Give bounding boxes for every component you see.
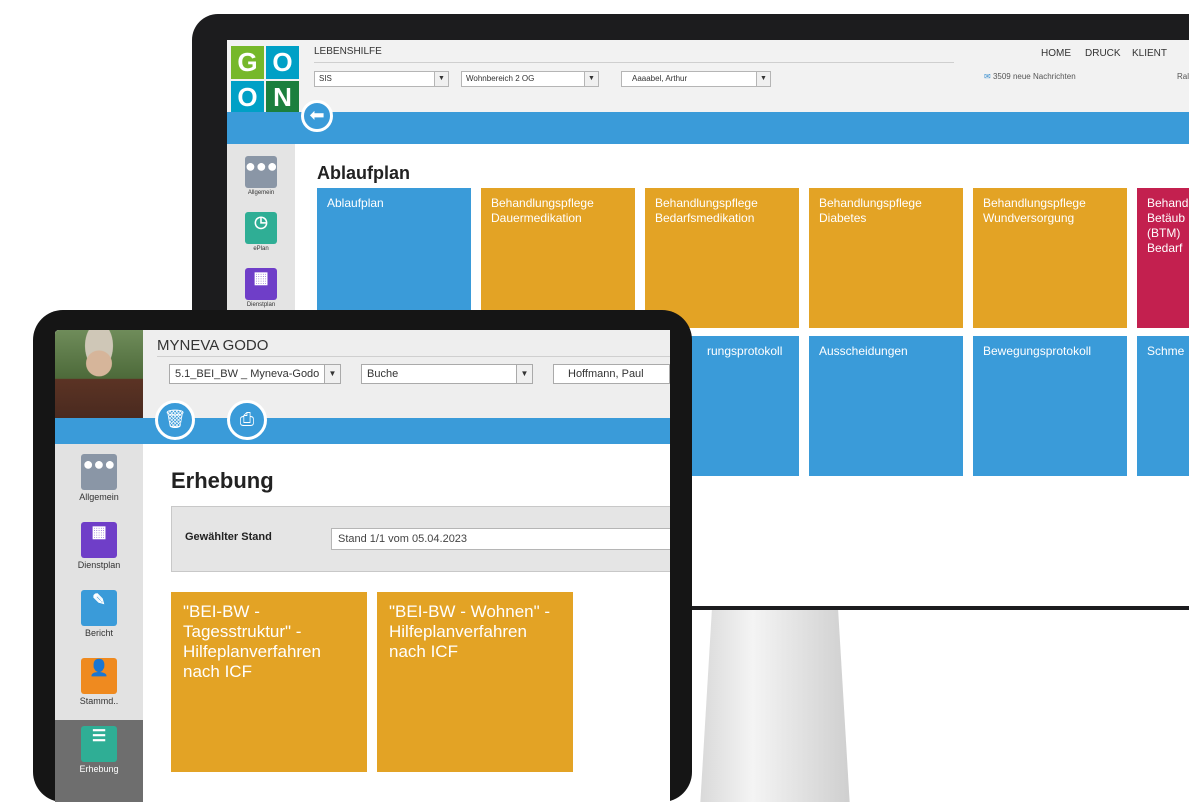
client-select-value: Hoffmann, Paul — [568, 368, 644, 380]
people-icon: ●●● — [245, 156, 278, 188]
print-button[interactable]: ⎙ — [227, 400, 267, 440]
logo-letter: O — [231, 81, 264, 114]
tile-wundversorgung[interactable]: Behandlungspflege Wundversorgung — [973, 188, 1127, 328]
stand-label: Gewählter Stand — [185, 531, 272, 543]
product-showcase: G O O N LEBENSHILFE SIS ▼ Wohnbereich 2 … — [0, 0, 1189, 802]
envelope-icon: ✉ — [984, 72, 991, 81]
tile-schmerz[interactable]: Schme — [1137, 336, 1189, 476]
tile-bedarfsmedikation[interactable]: Behandlungspflege Bedarfsmedikation — [645, 188, 799, 328]
chevron-down-icon: ▼ — [434, 72, 448, 86]
page-title: Ablaufplan — [317, 163, 410, 183]
back-button[interactable]: ⬅ — [301, 100, 333, 132]
sidebar-item-label: Stammd.. — [79, 696, 119, 706]
client-photo — [55, 330, 143, 418]
tile-diabetes[interactable]: Behandlungspflege Diabetes — [809, 188, 963, 328]
arrow-left-icon: ⬅ — [309, 105, 325, 125]
client-select[interactable]: Hoffmann, Paul — [553, 364, 670, 384]
app-header: MYNEVA GODO 5.1_BEI_BW _ Myneva-Godo ▼ B… — [55, 330, 670, 418]
tile-wohnen[interactable]: "BEI-BW - Wohnen" - Hilfeplanverfahren n… — [377, 592, 573, 772]
unit-select[interactable]: Wohnbereich 2 OG ▼ — [461, 71, 599, 87]
tile-tagesstruktur[interactable]: "BEI-BW - Tagesstruktur" - Hilfeplanverf… — [171, 592, 367, 772]
printer-icon: ⎙ — [239, 409, 255, 429]
sidebar-item-allgemein[interactable]: ●●● Allgemein — [55, 448, 143, 516]
sidebar-item-dienstplan[interactable]: ▦ Dienstplan — [55, 516, 143, 584]
user-name[interactable]: Ralph Z — [1177, 72, 1189, 81]
action-bar — [227, 112, 1189, 144]
clock-icon: ◷ — [245, 212, 277, 244]
messages-indicator[interactable]: ✉ 3509 neue Nachrichten — [984, 72, 1076, 81]
logo-letter: N — [266, 81, 299, 114]
delete-button[interactable]: 🗑 — [155, 400, 195, 440]
area-select-value: SIS — [319, 74, 332, 83]
sidebar-item-label: ePlan — [253, 246, 269, 252]
sidebar: ●●● Allgemein ▦ Dienstplan ✎ Bericht 👤 S… — [55, 444, 143, 802]
nav-klient[interactable]: KLIENT — [1132, 48, 1167, 59]
unit-select-value: Buche — [367, 368, 399, 380]
sidebar-item-bericht[interactable]: ✎ Bericht — [55, 584, 143, 652]
sidebar-item-label: Erhebung — [79, 764, 119, 774]
action-bar — [55, 418, 670, 444]
sidebar-item-allgemein[interactable]: ●●● Allgemein — [227, 152, 295, 208]
people-icon: ●●● — [81, 454, 117, 490]
monitor-stand — [700, 608, 850, 802]
divider — [157, 356, 670, 357]
tablet-screen: MYNEVA GODO 5.1_BEI_BW _ Myneva-Godo ▼ B… — [55, 330, 670, 802]
calendar-icon: ▦ — [245, 268, 277, 300]
sidebar-item-stammdaten[interactable]: 👤 Stammd.. — [55, 652, 143, 720]
sidebar-item-erhebung[interactable]: ☰ Erhebung — [55, 720, 143, 802]
chevron-down-icon: ▼ — [324, 365, 340, 383]
sidebar-item-label: Allgemein — [247, 190, 275, 196]
sidebar-item-label: Bericht — [84, 628, 113, 638]
organization-name: LEBENSHILFE — [314, 46, 382, 57]
person-icon: 👤 — [81, 658, 117, 694]
nav-druck[interactable]: DRUCK — [1085, 48, 1121, 59]
client-select[interactable]: Aaaabel, Arthur ▼ — [621, 71, 771, 87]
chevron-down-icon: ▼ — [516, 365, 532, 383]
tablet-device: MYNEVA GODO 5.1_BEI_BW _ Myneva-Godo ▼ B… — [33, 310, 692, 802]
page-title: Erhebung — [171, 468, 274, 493]
tile-ausscheidungen[interactable]: Ausscheidungen — [809, 336, 963, 476]
divider — [314, 62, 954, 63]
calendar-icon: ▦ — [81, 522, 117, 558]
trash-icon: 🗑 — [163, 409, 187, 429]
nav-home[interactable]: HOME — [1041, 48, 1071, 59]
area-select[interactable]: SIS ▼ — [314, 71, 449, 87]
tile-bewegungsprotokoll[interactable]: Bewegungsprotokoll — [973, 336, 1127, 476]
goon-logo[interactable]: G O O N — [231, 46, 299, 114]
pen-icon: ✎ — [81, 590, 117, 626]
unit-select[interactable]: Buche ▼ — [361, 364, 533, 384]
messages-count: 3509 neue Nachrichten — [992, 72, 1076, 81]
app-header: G O O N LEBENSHILFE SIS ▼ Wohnbereich 2 … — [227, 40, 1189, 114]
client-select-value: Aaaabel, Arthur — [632, 74, 688, 83]
tile-ablaufplan[interactable]: Ablaufplan — [317, 188, 471, 328]
tile-btm[interactable]: Behand Betäub (BTM) Bedarf — [1137, 188, 1189, 328]
logo-letter: O — [266, 46, 299, 79]
area-select[interactable]: 5.1_BEI_BW _ Myneva-Godo ▼ — [169, 364, 341, 384]
chevron-down-icon: ▼ — [756, 72, 770, 86]
sidebar-item-label: Dienstplan — [246, 302, 276, 308]
organization-name: MYNEVA GODO — [157, 337, 269, 354]
area-select-value: 5.1_BEI_BW _ Myneva-Godo — [175, 368, 320, 380]
sidebar-item-label: Dienstplan — [77, 560, 121, 570]
unit-select-value: Wohnbereich 2 OG — [466, 74, 535, 83]
tile-dauermedikation[interactable]: Behandlungspflege Dauermedikation — [481, 188, 635, 328]
sidebar-item-label: Allgemein — [79, 492, 119, 502]
notebook-icon: ☰ — [81, 726, 117, 762]
logo-letter: G — [231, 46, 264, 79]
chevron-down-icon: ▼ — [584, 72, 598, 86]
sidebar-item-eplan[interactable]: ◷ ePlan — [227, 208, 295, 264]
stand-select[interactable]: Stand 1/1 vom 05.04.2023 — [331, 528, 670, 550]
